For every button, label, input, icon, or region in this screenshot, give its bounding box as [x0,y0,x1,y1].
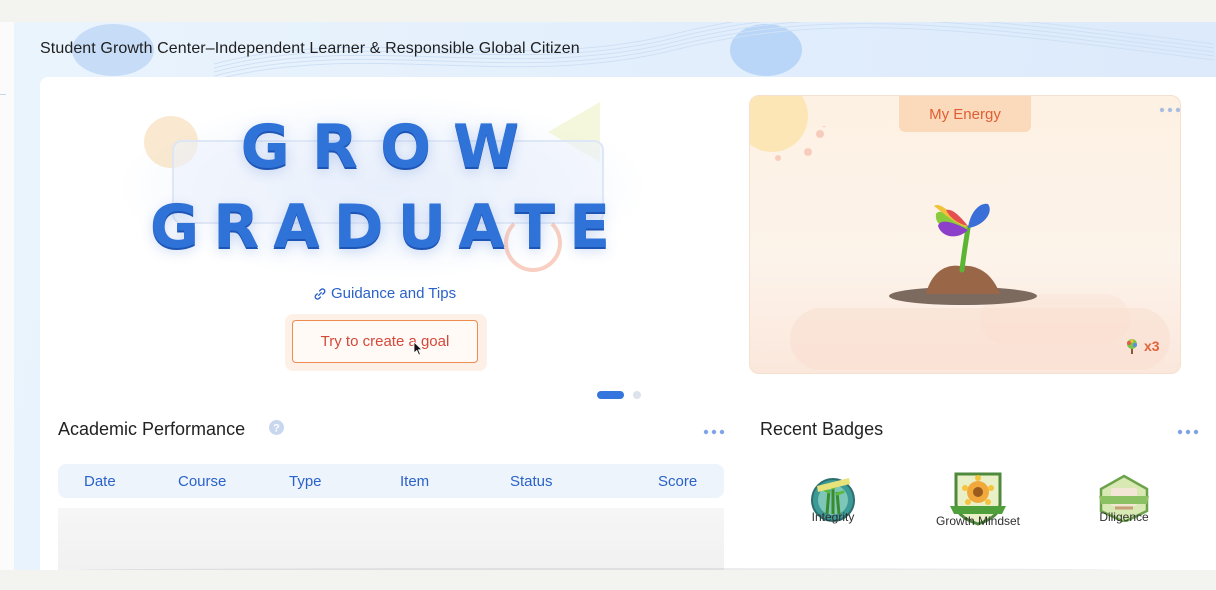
academic-performance-title: Academic Performance [58,419,246,439]
badge-integrity-label: Integrity [811,510,855,524]
energy-tab: My Energy [899,96,1031,132]
sprout-icon [889,203,1037,305]
tree-icon [1127,339,1137,354]
recent-badges-title: Recent Badges [760,419,884,439]
column-item[interactable]: Item [400,473,429,490]
badge-diligence-label: Diligence [1099,510,1149,524]
column-date[interactable]: Date [84,473,116,490]
column-status[interactable]: Status [510,473,553,490]
column-type[interactable]: Type [289,473,322,490]
bottom-bar [0,570,1216,590]
badge-growth-mindset[interactable]: Growth Mindset [927,468,1029,528]
badges-more-icon[interactable] [1177,428,1199,436]
column-course[interactable]: Course [178,473,226,490]
mouse-cursor-icon [413,341,423,356]
hero-title-graduate: GRADUATE [149,192,625,262]
guidance-link-label: Guidance and Tips [331,285,457,302]
help-circle-icon[interactable]: ? [269,420,284,435]
tree-count-value: x3 [1144,338,1160,354]
hero-deco-ring [504,214,562,272]
badge-integrity[interactable]: Integrity [798,474,868,524]
carousel-dot[interactable] [633,391,641,399]
svg-text:?: ? [273,423,280,435]
energy-panel: My Energy x3 [749,95,1181,374]
badge-growth-mindset-label: Growth Mindset [935,514,1021,528]
badge-diligence[interactable]: Diligence [1089,474,1159,524]
hero-title-grow: GROW [240,112,542,182]
link-icon [314,287,326,300]
create-goal-button[interactable]: Try to create a goal [292,320,478,363]
tree-count: x3 [1123,337,1160,355]
page-title: Student Growth Center–Independent Learne… [40,40,580,57]
academic-table-header: Date Course Type Item Status Score [58,464,724,498]
guidance-link[interactable]: Guidance and Tips [313,285,456,302]
left-edge [0,22,14,570]
column-score[interactable]: Score [658,473,697,490]
more-dots-icon[interactable] [1159,105,1181,115]
academic-more-icon[interactable] [703,428,725,436]
carousel-dot-active[interactable] [597,391,624,399]
academic-table-body [58,508,724,570]
